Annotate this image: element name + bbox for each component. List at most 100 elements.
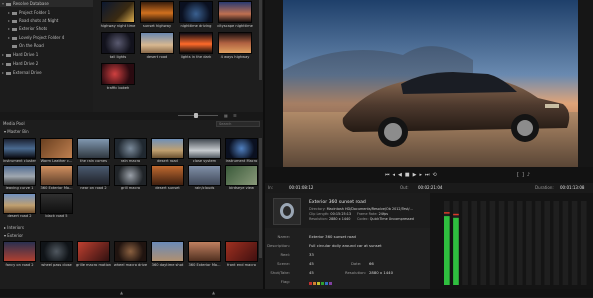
folder-icon	[12, 11, 17, 15]
meta-description-field[interactable]: Full circular dolly around car at sunset	[309, 241, 382, 250]
meta-scene-field[interactable]: 45	[309, 259, 314, 268]
thumb-tail-lights[interactable]	[101, 32, 135, 54]
clip-the-rain-comes[interactable]	[77, 138, 110, 159]
clip-label: close system	[192, 159, 217, 163]
status-bar: ▲ ▲	[0, 289, 593, 297]
list-view-icon[interactable]: ☰	[233, 112, 237, 120]
clip-thumbnail	[273, 198, 301, 225]
clip-label: instrument Macro	[225, 159, 258, 163]
thumb-highway-night[interactable]	[101, 1, 135, 23]
tree-item-project-folder[interactable]: ▸ Project Folder 1	[0, 9, 50, 16]
go-to-end-icon[interactable]: ⏭	[425, 172, 433, 178]
loop-icon[interactable]: ⟲	[433, 172, 440, 178]
meter-track-7	[498, 201, 505, 285]
thumb-cityscape[interactable]	[218, 1, 252, 23]
clip-instrument-macro[interactable]	[225, 138, 258, 159]
play-reverse-icon[interactable]: ◀	[398, 172, 405, 178]
clip-near-on-road[interactable]	[77, 165, 110, 186]
meter-peak-L	[444, 212, 450, 214]
clip-grille-macro[interactable]	[77, 241, 110, 262]
bin-exterior[interactable]: ▾ Exterior	[4, 232, 23, 240]
tree-item-resolve-database[interactable]: ▾ Resolve Database	[0, 0, 95, 7]
clip-wheel-macro[interactable]	[114, 241, 147, 262]
meter-track-3	[462, 201, 468, 285]
tree-item-lovely-project[interactable]: ▸ Lovely Project Folder 4	[0, 34, 64, 41]
browser-scrollbar[interactable]	[259, 0, 262, 80]
clip-360-exterior[interactable]	[40, 165, 73, 186]
meter-level-L	[444, 216, 450, 285]
clip-label: wheel pass close	[41, 263, 72, 267]
bin-master[interactable]: ▾ Master Bin	[4, 128, 29, 136]
clip-label: wheel macro drive	[113, 263, 148, 267]
clip-instrument-cluster[interactable]	[3, 138, 36, 159]
zoom-slider-handle[interactable]	[194, 113, 198, 118]
clip-rain-macro[interactable]	[114, 138, 147, 159]
in-timecode[interactable]: 00:01:08:12	[289, 183, 339, 192]
meta-resolution-field[interactable]: 2880 x 1440	[369, 268, 393, 277]
flag-swatches	[309, 279, 332, 288]
meta-date-field[interactable]: 66	[369, 259, 374, 268]
clip-fancy-on-road[interactable]	[3, 241, 36, 262]
meta-reel-field[interactable]: 33	[309, 250, 314, 259]
clip-label: desert road	[157, 159, 178, 163]
thumb-traffic-bokeh[interactable]	[101, 63, 135, 85]
clip-360-daytime[interactable]	[151, 241, 184, 262]
go-to-start-icon[interactable]: ⏮	[385, 172, 393, 178]
clip-info: Exterior 360 sunset road Directory: Maci…	[265, 193, 430, 228]
clip-desert-sunset[interactable]	[151, 165, 184, 186]
clip-desert-road[interactable]	[151, 138, 184, 159]
tree-item-exterior-shots[interactable]: ▸ Exterior Shots	[0, 25, 47, 32]
thumb-sunset-highway[interactable]	[140, 1, 174, 23]
flag-red-icon[interactable]	[309, 282, 312, 285]
clip-leaving-curve[interactable]	[3, 165, 36, 186]
expand-arrow-icon[interactable]: ▲	[212, 289, 215, 297]
clip-360-exterior-2[interactable]	[188, 241, 221, 262]
flag-purple-icon[interactable]	[329, 282, 332, 285]
tree-item-hard-drive-1[interactable]: ▸ Hard Drive 1	[0, 51, 38, 58]
clip-label: rain macro	[120, 159, 141, 163]
bin-interiors[interactable]: ▸ Interiors	[4, 224, 24, 232]
meter-level-R	[453, 217, 459, 285]
flag-orange-icon[interactable]	[313, 282, 316, 285]
thumb-4-ways[interactable]	[218, 32, 252, 54]
tree-item-on-the-road[interactable]: On the Road	[0, 42, 44, 49]
out-point-label: Out:	[400, 185, 409, 190]
tree-item-road-shots[interactable]: ▸ Road shots at Night	[0, 17, 58, 24]
out-timecode[interactable]: 00:02:21:04	[418, 183, 468, 192]
clip-grill-macro[interactable]	[114, 165, 147, 186]
flag-green-icon[interactable]	[321, 282, 324, 285]
thumb-lights-in-dark[interactable]	[179, 32, 213, 54]
clip-label: leaving curve 1	[5, 186, 34, 190]
clip-black-road[interactable]	[40, 193, 73, 214]
thumb-desert-road[interactable]	[140, 32, 174, 54]
clip-desert-road-2[interactable]	[3, 193, 36, 214]
thumb-label: tail lights	[109, 55, 127, 59]
clip-wheel-pass[interactable]	[40, 241, 73, 262]
media-pool-scrollbar[interactable]	[259, 138, 262, 258]
thumb-nighttime-driving[interactable]	[179, 1, 213, 23]
thumb-label: highway night time	[100, 24, 136, 28]
metadata-panel: Name: Exterior 360 sunset road Descriptio…	[265, 228, 430, 290]
meta-name-field[interactable]: Exterior 360 sunset road	[309, 232, 356, 241]
clip-front-end-macro[interactable]	[225, 241, 258, 262]
clip-birdseye-view[interactable]	[225, 165, 258, 186]
clip-label: front end macro	[227, 263, 256, 267]
search-input[interactable]: Search	[216, 121, 260, 127]
clip-rain-clouds[interactable]	[188, 165, 221, 186]
stop-icon[interactable]: ■	[405, 172, 413, 178]
flag-yellow-icon[interactable]	[317, 282, 320, 285]
meta-description-row: Description: Full circular dolly around c…	[267, 241, 382, 250]
meta-shot-field[interactable]: 45	[309, 268, 314, 277]
zoom-slider-track[interactable]	[178, 115, 218, 116]
grid-view-icon[interactable]: ▦	[224, 112, 228, 120]
collapse-arrow-icon[interactable]: ▲	[120, 289, 123, 297]
clip-close-system[interactable]	[188, 138, 221, 159]
audio-icon[interactable]: ♪	[527, 172, 533, 178]
clip-label: desert sunset	[155, 186, 180, 190]
flag-blue-icon[interactable]	[325, 282, 328, 285]
tree-item-hard-drive-2[interactable]: ▸ Hard Drive 2	[0, 60, 38, 67]
meter-track-9	[517, 201, 523, 285]
tree-item-external-drive[interactable]: ▸ External Drive	[0, 69, 42, 76]
clip-warm-leather[interactable]	[40, 138, 73, 159]
clip-label: desert road 2	[7, 214, 32, 218]
